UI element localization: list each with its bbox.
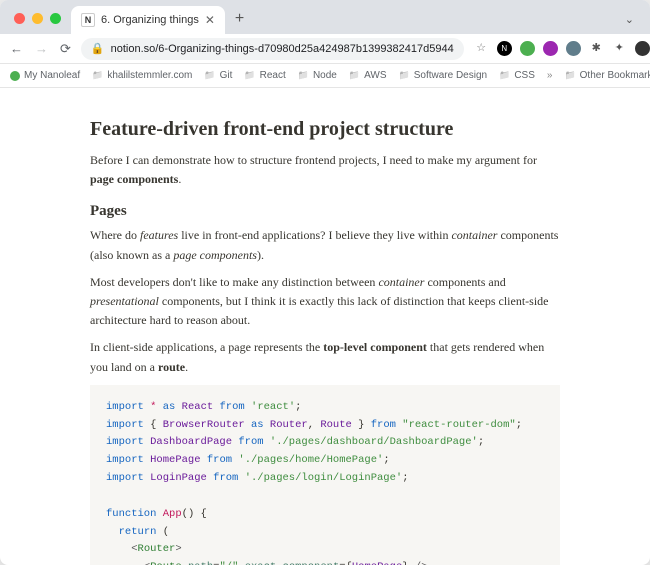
extension-icon[interactable] — [520, 41, 535, 56]
bookmark-folder[interactable]: Git — [204, 70, 232, 81]
star-icon[interactable]: ☆ — [474, 41, 489, 56]
address-bar[interactable]: 🔒 notion.so/6-Organizing-things-d70980d2… — [81, 38, 464, 60]
bookmark-label: My Nanoleaf — [24, 70, 80, 81]
bookmark-label: CSS — [514, 70, 535, 81]
code-block: import * as React from 'react'; import {… — [90, 385, 560, 565]
text-italic: page components — [173, 248, 257, 262]
text-bold: route — [158, 360, 185, 374]
text-bold: page components — [90, 172, 178, 186]
paragraph: Where do features live in front-end appl… — [90, 226, 560, 264]
text: . — [178, 172, 181, 186]
bookmarks-bar: My Nanoleaf khalilstemmler.com Git React… — [0, 64, 650, 88]
new-tab-button[interactable]: + — [225, 10, 254, 34]
maximize-window-button[interactable] — [50, 13, 61, 24]
reload-button[interactable]: ⟳ — [60, 41, 71, 57]
bookmark-folder[interactable]: AWS — [349, 70, 387, 81]
browser-window: N 6. Organizing things ✕ + ⌄ ← → ⟳ 🔒 not… — [0, 0, 650, 565]
close-window-button[interactable] — [14, 13, 25, 24]
url-text: notion.so/6-Organizing-things-d70980d25a… — [111, 43, 454, 55]
tab-overflow-icon[interactable]: ⌄ — [625, 13, 642, 34]
back-button[interactable]: ← — [10, 41, 23, 57]
text-italic: features — [140, 228, 178, 242]
text: components, but I think it is exactly th… — [90, 294, 548, 327]
section-heading: Pages — [90, 203, 560, 220]
bookmark-label: AWS — [364, 70, 386, 81]
tab-title: 6. Organizing things — [101, 14, 199, 26]
extension-icon[interactable] — [566, 41, 581, 56]
extension-icon[interactable]: N — [497, 41, 512, 56]
text: Most developers don't like to make any d… — [90, 275, 378, 289]
extensions-menu-icon[interactable]: ✦ — [612, 41, 627, 56]
paragraph: In client-side applications, a page repr… — [90, 338, 560, 376]
page-content: Feature-driven front-end project structu… — [0, 88, 650, 565]
forward-button[interactable]: → — [35, 41, 48, 57]
text-italic: container — [451, 228, 497, 242]
bookmark-folder[interactable]: Software Design — [399, 70, 488, 81]
text-italic: presentational — [90, 294, 159, 308]
bookmark-folder[interactable]: Node — [298, 70, 337, 81]
bookmark-label: React — [260, 70, 286, 81]
paragraph: Most developers don't like to make any d… — [90, 273, 560, 331]
toolbar: ← → ⟳ 🔒 notion.so/6-Organizing-things-d7… — [0, 34, 650, 64]
extension-icon[interactable] — [543, 41, 558, 56]
bookmark-folder[interactable]: khalilstemmler.com — [92, 70, 192, 81]
text: . — [185, 360, 188, 374]
window-controls — [8, 13, 71, 34]
tab-strip: N 6. Organizing things ✕ + ⌄ — [0, 0, 650, 34]
text: Before I can demonstrate how to structur… — [90, 153, 537, 167]
lock-icon: 🔒 — [91, 42, 105, 55]
bookmark-folder[interactable]: React — [244, 70, 285, 81]
paragraph: Before I can demonstrate how to structur… — [90, 151, 560, 189]
other-bookmarks[interactable]: Other Bookmarks — [564, 70, 650, 81]
close-tab-icon[interactable]: ✕ — [205, 13, 215, 27]
bookmark-label: Other Bookmarks — [580, 70, 650, 81]
profile-avatar[interactable] — [635, 41, 650, 56]
text: components and — [424, 275, 505, 289]
bookmark-favicon — [10, 71, 20, 81]
bookmark-item[interactable]: My Nanoleaf — [10, 70, 80, 81]
tab-favicon: N — [81, 13, 95, 27]
bookmarks-overflow-icon[interactable]: » — [547, 70, 553, 81]
bookmark-folder[interactable]: CSS — [499, 70, 535, 81]
browser-tab[interactable]: N 6. Organizing things ✕ — [71, 6, 225, 34]
text-bold: top-level component — [323, 340, 427, 354]
extensions: ☆ N ✱ ✦ ⋮ — [474, 41, 650, 56]
text: In client-side applications, a page repr… — [90, 340, 323, 354]
extension-icon[interactable]: ✱ — [589, 41, 604, 56]
text: ). — [257, 248, 264, 262]
page-title: Feature-driven front-end project structu… — [90, 118, 560, 141]
minimize-window-button[interactable] — [32, 13, 43, 24]
bookmark-label: Git — [220, 70, 233, 81]
text: live in front-end applications? I believ… — [178, 228, 451, 242]
bookmark-label: khalilstemmler.com — [107, 70, 192, 81]
text-italic: container — [378, 275, 424, 289]
bookmark-label: Node — [313, 70, 337, 81]
text: Where do — [90, 228, 140, 242]
bookmark-label: Software Design — [414, 70, 487, 81]
